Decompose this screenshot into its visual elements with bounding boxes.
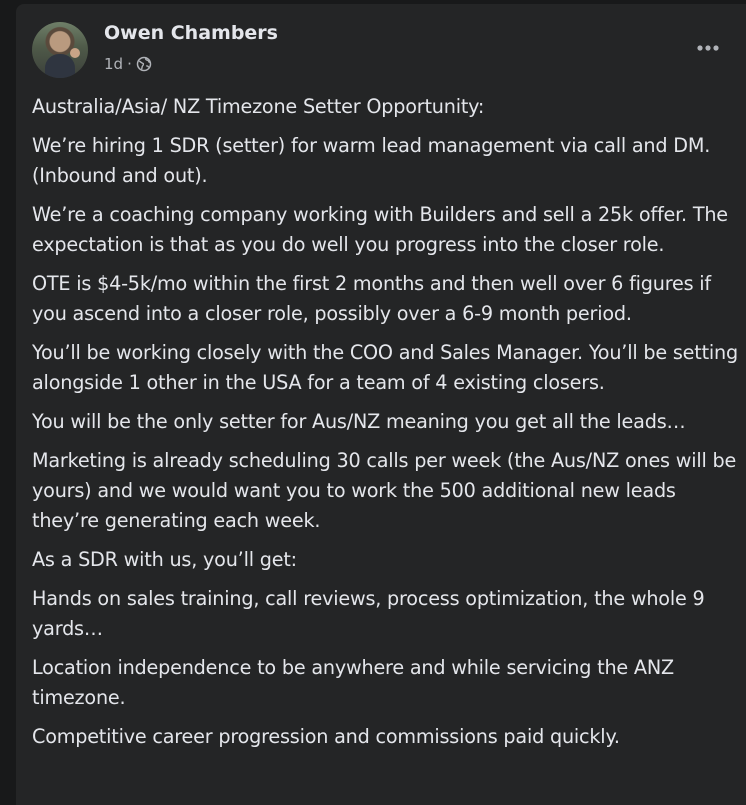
avatar[interactable] [32, 22, 88, 78]
avatar-hand [70, 48, 80, 58]
more-options-icon [697, 45, 719, 51]
post-paragraph: As a SDR with us, you’ll get: [32, 548, 297, 571]
post-paragraph: We’re hiring 1 SDR (setter) for warm lea… [32, 134, 711, 187]
post-paragraph: Marketing is already scheduling 30 calls… [32, 449, 737, 532]
post-paragraph: We’re a coaching company working with Bu… [32, 203, 728, 256]
globe-icon[interactable] [136, 56, 152, 72]
post-header: Owen Chambers 1d · [16, 4, 746, 84]
post-card: Owen Chambers 1d · Australia/Asia/ NZ Ti… [16, 4, 746, 805]
post-paragraph: Australia/Asia/ NZ Timezone Setter Oppor… [32, 95, 485, 118]
post-meta: 1d · [104, 55, 152, 73]
post-body: Australia/Asia/ NZ Timezone Setter Oppor… [32, 92, 738, 761]
post-paragraph: OTE is $4-5k/mo within the first 2 month… [32, 272, 711, 325]
more-options-button[interactable] [690, 30, 726, 66]
post-paragraph: Hands on sales training, call reviews, p… [32, 587, 705, 640]
meta-separator: · [127, 55, 132, 73]
author-name[interactable]: Owen Chambers [104, 22, 278, 44]
post-paragraph: Competitive career progression and commi… [32, 725, 620, 748]
post-paragraph: You’ll be working closely with the COO a… [32, 341, 738, 394]
post-paragraph: Location independence to be anywhere and… [32, 656, 674, 709]
post-paragraph: You will be the only setter for Aus/NZ m… [32, 410, 686, 433]
avatar-figure [45, 54, 75, 78]
post-time[interactable]: 1d [104, 55, 123, 73]
